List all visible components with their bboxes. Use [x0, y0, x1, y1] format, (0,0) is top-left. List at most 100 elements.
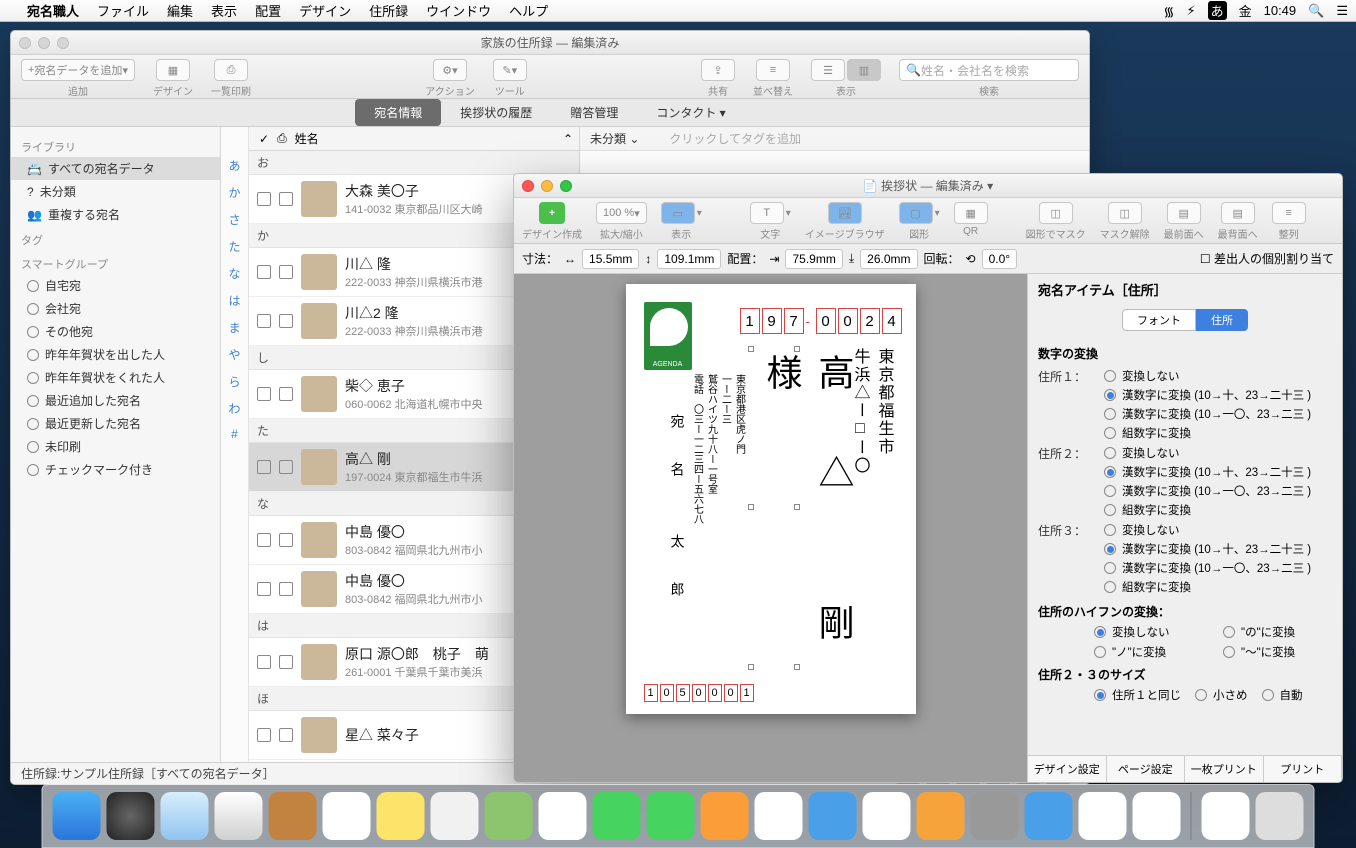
width-input[interactable]: 15.5mm: [582, 249, 639, 269]
dock-notes[interactable]: [377, 792, 425, 840]
close-button[interactable]: [19, 37, 31, 49]
checkbox[interactable]: [257, 192, 271, 206]
clock-day[interactable]: 金: [1239, 1, 1252, 20]
dock-pages[interactable]: [701, 792, 749, 840]
conv-opt[interactable]: 漢数字に変換 (10→一〇、23→二三 ): [1104, 560, 1332, 576]
help-menu[interactable]: ヘルプ: [500, 1, 557, 20]
add-button[interactable]: + 宛名データを追加 ▾ 追加: [21, 59, 135, 98]
checkbox[interactable]: [257, 582, 271, 596]
x-input[interactable]: 75.9mm: [785, 249, 842, 269]
zoom-button[interactable]: [57, 37, 69, 49]
image-button[interactable]: 🏞イメージブラウザ: [805, 202, 885, 241]
text-button[interactable]: T▾文字: [750, 202, 791, 241]
btab-design[interactable]: デザイン設定: [1028, 756, 1107, 782]
conv-opt[interactable]: 漢数字に変換 (10→一〇、23→二三 ): [1104, 483, 1332, 499]
size-opt[interactable]: 住所１と同じ: [1094, 687, 1181, 703]
checkbox[interactable]: [257, 460, 271, 474]
sidebar-item-dup[interactable]: 👥 重複する宛名: [11, 203, 220, 226]
sidebar-item[interactable]: 昨年年賀状を出した人: [11, 343, 220, 366]
print-checkbox[interactable]: [279, 533, 293, 547]
window-menu[interactable]: ウインドウ: [417, 1, 500, 20]
y-input[interactable]: 26.0mm: [860, 249, 917, 269]
checkbox[interactable]: [257, 728, 271, 742]
sidebar-item[interactable]: 自宅宛: [11, 274, 220, 297]
print-checkbox[interactable]: [279, 728, 293, 742]
share-button[interactable]: ⇪共有: [701, 59, 735, 98]
design-button[interactable]: ▦デザイン: [153, 59, 193, 98]
app-menu[interactable]: 宛名職人: [18, 1, 88, 20]
sidebar-item-uncat[interactable]: ? 未分類: [11, 180, 220, 203]
hyphen-opt[interactable]: 変換しない: [1094, 624, 1203, 640]
kana-letter[interactable]: な: [228, 265, 240, 282]
conv-opt[interactable]: 組数字に変換: [1104, 502, 1332, 518]
dock-reminders[interactable]: [431, 792, 479, 840]
dock-contacts[interactable]: [269, 792, 317, 840]
tag-input[interactable]: クリックしてタグを追加: [669, 130, 801, 147]
spotlight-icon[interactable]: 🔍: [1308, 3, 1324, 19]
print-checkbox[interactable]: [279, 387, 293, 401]
file-menu[interactable]: ファイル: [88, 1, 158, 20]
view-button[interactable]: ☰▥表示: [811, 59, 881, 98]
dock-ibooks[interactable]: [917, 792, 965, 840]
conv-opt[interactable]: 漢数字に変換 (10→十、23→二十三 ): [1104, 387, 1332, 403]
kana-letter[interactable]: あ: [228, 157, 240, 174]
canvas[interactable]: 197-0024 東京都福生市牛浜△ー□ー〇 高 △ 剛 様 東京都港区虎ノ門一…: [514, 274, 1027, 782]
front-button[interactable]: ▤最前面へ: [1164, 202, 1204, 241]
print-checkbox[interactable]: [279, 314, 293, 328]
tab-addressinfo[interactable]: 宛名情報: [355, 99, 441, 126]
dock-launchpad[interactable]: [107, 792, 155, 840]
design-create-button[interactable]: +デザイン作成: [522, 202, 582, 241]
dock-safari[interactable]: [161, 792, 209, 840]
sidebar-item[interactable]: 会社宛: [11, 297, 220, 320]
edit-menu[interactable]: 編集: [158, 1, 202, 20]
conv-opt[interactable]: 変換しない: [1104, 368, 1332, 384]
tab-history[interactable]: 挨拶状の履歴: [441, 99, 551, 126]
dock-app[interactable]: [1133, 792, 1181, 840]
addressbook-menu[interactable]: 住所録: [360, 1, 417, 20]
print-checkbox[interactable]: [279, 655, 293, 669]
sidebar-item[interactable]: その他宛: [11, 320, 220, 343]
kana-letter[interactable]: ら: [228, 373, 240, 390]
dock-photos[interactable]: [539, 792, 587, 840]
back-button[interactable]: ▤最背面へ: [1218, 202, 1258, 241]
conv-opt[interactable]: 漢数字に変換 (10→十、23→二十三 ): [1104, 541, 1332, 557]
checkbox[interactable]: [257, 265, 271, 279]
minimize-button[interactable]: [541, 180, 553, 192]
conv-opt[interactable]: 漢数字に変換 (10→十、23→二十三 ): [1104, 464, 1332, 480]
checkbox[interactable]: [257, 533, 271, 547]
ime-icon[interactable]: あ: [1208, 1, 1227, 20]
dock-keynote[interactable]: [809, 792, 857, 840]
size-opt[interactable]: 自動: [1262, 687, 1303, 703]
individual-checkbox[interactable]: ☐ 差出人の個別割り当て: [1200, 250, 1334, 267]
battery-icon[interactable]: ⚡︎: [1186, 3, 1195, 19]
kana-letter[interactable]: た: [228, 238, 240, 255]
kana-letter[interactable]: さ: [228, 211, 240, 228]
unmask-button[interactable]: ◫マスク解除: [1100, 202, 1150, 241]
dock-mail[interactable]: [215, 792, 263, 840]
sidebar-item[interactable]: 昨年年賀状をくれた人: [11, 366, 220, 389]
print-button[interactable]: ⎙一覧印刷: [211, 59, 251, 98]
hyphen-opt[interactable]: "の"に変換: [1223, 624, 1332, 640]
view-menu[interactable]: 表示: [202, 1, 246, 20]
close-button[interactable]: [522, 180, 534, 192]
dock-facetime[interactable]: [647, 792, 695, 840]
conv-opt[interactable]: 変換しない: [1104, 445, 1332, 461]
tab-address[interactable]: 住所: [1196, 309, 1248, 331]
btab-page[interactable]: ページ設定: [1107, 756, 1186, 782]
dock-maps[interactable]: [485, 792, 533, 840]
print-checkbox[interactable]: [279, 582, 293, 596]
hyphen-opt[interactable]: "ノ"に変換: [1094, 644, 1203, 660]
size-opt[interactable]: 小さめ: [1195, 687, 1248, 703]
dock-prefs[interactable]: [971, 792, 1019, 840]
dock-appstore[interactable]: [1025, 792, 1073, 840]
tab-font[interactable]: フォント: [1122, 309, 1196, 331]
sidebar-item[interactable]: 最近追加した宛名: [11, 389, 220, 412]
kana-letter[interactable]: や: [228, 346, 240, 363]
sort-button[interactable]: ≡並べ替え: [753, 59, 793, 98]
recipient-name[interactable]: 高 △ 剛 様: [756, 354, 860, 714]
dock-messages[interactable]: [593, 792, 641, 840]
layout-menu[interactable]: 配置: [246, 1, 290, 20]
conv-opt[interactable]: 変換しない: [1104, 522, 1332, 538]
sender-name[interactable]: 宛 名 太 郎: [666, 414, 686, 606]
dock-calendar[interactable]: [323, 792, 371, 840]
